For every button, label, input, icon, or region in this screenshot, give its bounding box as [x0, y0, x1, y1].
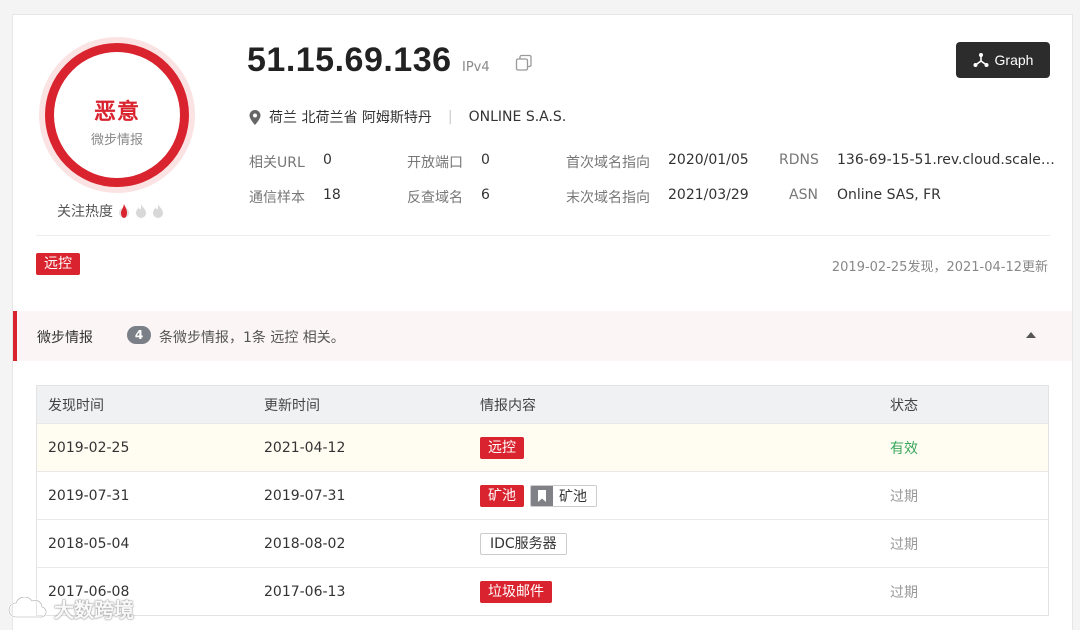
meta-first-domain: 首次域名指向 2020/01/05: [566, 152, 749, 172]
ip-version: IPv4: [462, 60, 490, 75]
meta-value[interactable]: 0: [323, 152, 332, 168]
graph-button[interactable]: Graph: [956, 42, 1050, 78]
table-header: 发现时间 更新时间 情报内容 状态: [37, 386, 1048, 423]
updated-date: 2021-04-12: [264, 439, 346, 456]
location-pin-icon: [249, 109, 261, 125]
tag-mining-pool-bookmark[interactable]: 矿池: [530, 484, 597, 507]
location-row: 荷兰 北荷兰省 阿姆斯特丹 | ONLINE S.A.S.: [249, 107, 566, 127]
intel-tags: 垃圾邮件: [480, 568, 552, 615]
meta-value: Online SAS, FR: [837, 187, 941, 203]
table-row[interactable]: 2017-06-08 2017-06-13 垃圾邮件 过期: [37, 567, 1048, 615]
tag-remote-control[interactable]: 远控: [36, 253, 80, 275]
heat-label: 关注热度: [57, 204, 113, 220]
intel-title: 微步情报: [37, 330, 93, 346]
meta-value[interactable]: 6: [481, 187, 490, 203]
org-text: ONLINE S.A.S.: [468, 109, 567, 125]
watermark-text: 大数跨境: [54, 598, 134, 622]
found-updated-text: 2019-02-25发现，2021-04-12更新: [831, 260, 1048, 275]
updated-date: 2018-08-02: [264, 535, 346, 552]
meta-open-ports: 开放端口 0: [407, 152, 490, 172]
col-found: 发现时间: [48, 397, 104, 414]
status-text: 过期: [890, 488, 918, 505]
bookmark-icon: [531, 485, 553, 506]
verdict-ring-inner: 恶意 微步情报: [45, 43, 189, 187]
ip-report-card: 恶意 微步情报 关注热度 51.15.69.136 IPv4 Graph 荷兰 …: [12, 14, 1073, 630]
intel-description: 条微步情报，1条 远控 相关。: [159, 330, 345, 346]
table-row[interactable]: 2019-02-25 2021-04-12 远控 有效: [37, 423, 1048, 471]
tag-remote-control[interactable]: 远控: [480, 436, 524, 459]
meta-label: RDNS: [779, 152, 819, 168]
watermark-logo: 大数跨境: [8, 594, 134, 623]
meta-samples: 通信样本 18: [249, 187, 341, 207]
verdict-ring: 恶意 微步情报: [39, 37, 195, 193]
graph-icon: [973, 53, 989, 67]
flame-icon: [136, 204, 146, 218]
intel-tags: 矿池 矿池: [480, 472, 597, 519]
found-date: 2019-02-25: [48, 439, 130, 456]
verdict-label: 恶意: [93, 100, 140, 125]
updated-date: 2019-07-31: [264, 487, 346, 504]
intel-tags: 远控: [480, 424, 524, 471]
meta-label: 末次域名指向: [566, 190, 650, 206]
tag-spam[interactable]: 垃圾邮件: [480, 580, 552, 603]
meta-label: 开放端口: [407, 155, 463, 171]
status-text: 过期: [890, 536, 918, 553]
meta-label: 首次域名指向: [566, 155, 650, 171]
meta-reverse-domains: 反查域名 6: [407, 187, 490, 207]
watermark-cloud-icon: [8, 596, 48, 618]
meta-label: 通信样本: [249, 190, 305, 206]
divider: [36, 235, 1050, 236]
flame-icon: [153, 204, 163, 218]
meta-last-domain: 末次域名指向 2021/03/29: [566, 187, 749, 207]
graph-button-label: Graph: [994, 52, 1034, 68]
col-status: 状态: [890, 397, 918, 414]
intel-table: 发现时间 更新时间 情报内容 状态 2019-02-25 2021-04-12 …: [36, 385, 1049, 616]
flame-icon-hot: [119, 204, 129, 218]
status-text: 有效: [890, 440, 918, 457]
meta-value[interactable]: 0: [481, 152, 490, 168]
meta-related-url: 相关URL 0: [249, 152, 332, 172]
tag-mining-pool[interactable]: 矿池: [480, 484, 524, 507]
heat-indicator: 关注热度: [57, 201, 164, 221]
intel-count-badge: 4: [127, 326, 151, 344]
table-row[interactable]: 2018-05-04 2018-08-02 IDC服务器 过期: [37, 519, 1048, 567]
tag-label: 矿池: [559, 488, 587, 505]
meta-rdns: RDNS 136-69-15-51.rev.cloud.scale…: [779, 152, 1055, 168]
meta-label: 相关URL: [249, 155, 305, 171]
copy-icon[interactable]: [515, 54, 533, 72]
meta-value: 2021/03/29: [668, 187, 749, 203]
verdict-source: 微步情报: [90, 133, 143, 148]
location-text: 荷兰 北荷兰省 阿姆斯特丹: [269, 110, 432, 126]
collapse-caret-icon[interactable]: [1026, 332, 1036, 338]
meta-label: 反查域名: [407, 190, 463, 206]
intel-tags: IDC服务器: [480, 520, 567, 567]
meta-value: 136-69-15-51.rev.cloud.scale…: [837, 152, 1055, 168]
found-date: 2019-07-31: [48, 487, 130, 504]
col-updated: 更新时间: [264, 397, 320, 414]
meta-asn: ASN Online SAS, FR: [789, 187, 941, 203]
found-date: 2018-05-04: [48, 535, 130, 552]
meta-label: ASN: [789, 187, 818, 203]
table-row[interactable]: 2019-07-31 2019-07-31 矿池 矿池 过期: [37, 471, 1048, 519]
col-content: 情报内容: [480, 397, 536, 414]
intel-section-header[interactable]: 微步情报 4 条微步情报，1条 远控 相关。: [13, 311, 1072, 361]
meta-value[interactable]: 18: [323, 187, 341, 203]
status-text: 过期: [890, 584, 918, 601]
tag-list: 远控: [36, 253, 80, 275]
updated-date: 2017-06-13: [264, 583, 346, 600]
ip-address: 51.15.69.136: [247, 41, 452, 79]
location-divider: |: [447, 109, 453, 125]
meta-value: 2020/01/05: [668, 152, 749, 168]
tag-idc-server[interactable]: IDC服务器: [480, 532, 567, 555]
